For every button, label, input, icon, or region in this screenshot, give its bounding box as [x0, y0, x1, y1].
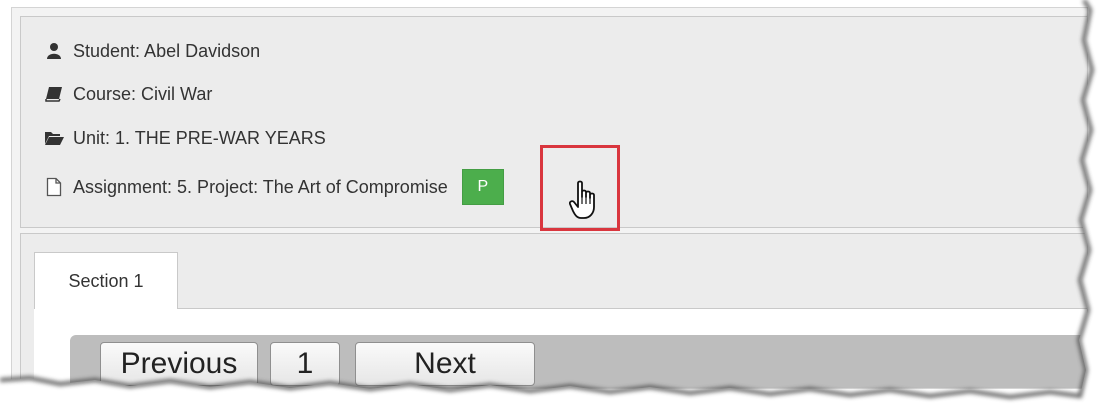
hand-cursor-icon — [568, 180, 605, 227]
assignment-status-button[interactable]: P — [461, 169, 504, 205]
student-name: Student: Abel Davidson — [73, 40, 261, 61]
page-number-button[interactable]: 1 — [270, 342, 340, 386]
next-button[interactable]: Next — [355, 342, 535, 386]
assignment-row: Assignment: 5. Project: The Art of Compr… — [43, 169, 504, 205]
student-row: Student: Abel Davidson — [43, 37, 260, 65]
book-icon — [43, 84, 65, 104]
folder-open-icon — [43, 128, 65, 148]
user-icon — [43, 41, 65, 61]
course-row: Course: Civil War — [43, 80, 212, 108]
assignment-name: Assignment: 5. Project: The Art of Compr… — [73, 176, 448, 197]
file-icon — [43, 177, 65, 197]
pager-bar: Previous 1 Next — [70, 335, 1087, 388]
course-name: Course: Civil War — [73, 83, 213, 104]
unit-row: Unit: 1. THE PRE-WAR YEARS — [43, 124, 326, 152]
tab-section-1[interactable]: Section 1 — [34, 252, 178, 309]
screenshot-frame: Student: Abel Davidson Course: Civil War… — [12, 8, 1087, 388]
previous-button[interactable]: Previous — [100, 342, 258, 386]
content-panel: Section 1 Previous 1 Next — [20, 233, 1087, 388]
unit-name: Unit: 1. THE PRE-WAR YEARS — [73, 127, 326, 148]
assignment-info-panel: Student: Abel Davidson Course: Civil War… — [20, 16, 1087, 228]
